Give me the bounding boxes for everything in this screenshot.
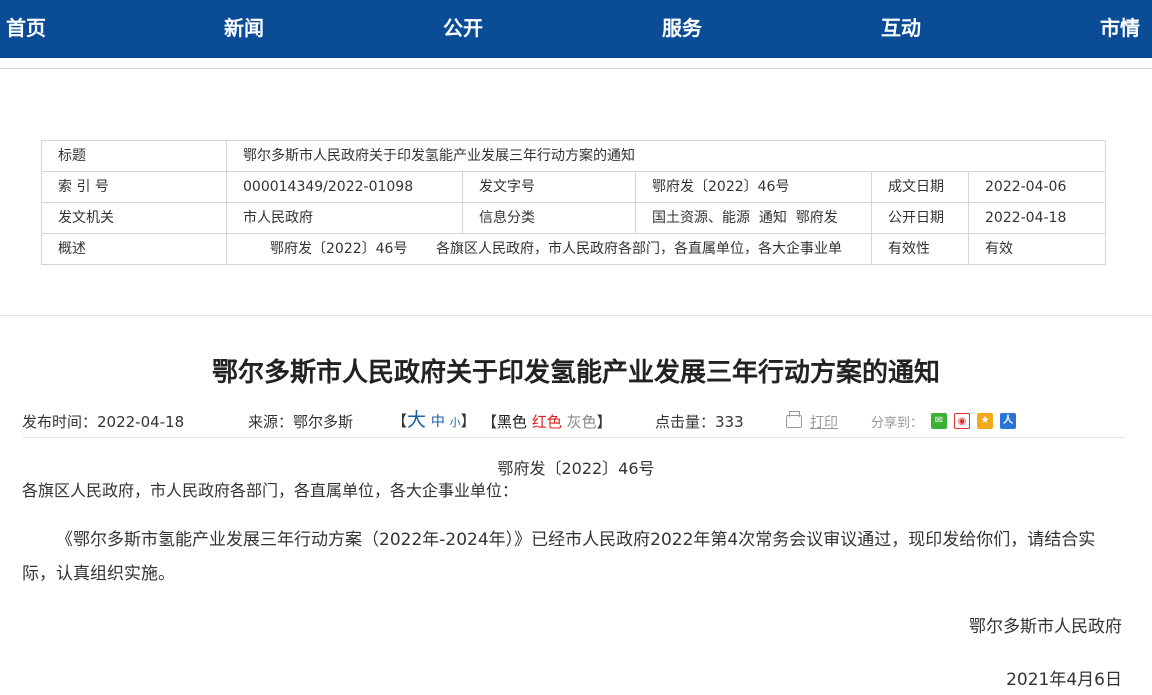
docno-label: 发文字号: [479, 179, 535, 195]
signature-issuer: 鄂尔多斯市人民政府: [969, 617, 1122, 637]
table-row: 索 引 号 000014349/2022-01098 发文字号 鄂府发〔2022…: [42, 172, 1105, 203]
issuer-label: 发文机关: [58, 210, 114, 226]
share-label: 分享到：: [871, 416, 924, 431]
bracket-close: 】: [596, 413, 612, 431]
bracket-open: 【: [392, 412, 408, 430]
issuer-value: 市人民政府: [243, 210, 313, 226]
renren-share-icon[interactable]: 人: [1000, 413, 1016, 429]
validity-value: 有效: [985, 241, 1013, 257]
qzone-share-icon[interactable]: ★: [977, 413, 993, 429]
section-divider: [0, 315, 1152, 316]
publish-date-label: 公开日期: [888, 210, 944, 226]
nav-home[interactable]: 首页: [6, 14, 46, 42]
index-label: 索 引 号: [58, 179, 109, 195]
index-value: 000014349/2022-01098: [243, 179, 414, 195]
doc-number: 鄂府发〔2022〕46号: [497, 459, 655, 478]
hit-count: 点击量：333: [655, 413, 744, 431]
color-switcher: 【黑色 红色 灰色】: [482, 412, 612, 432]
bracket-close: 】: [460, 412, 476, 430]
weibo-share-icon[interactable]: ◉: [954, 413, 970, 429]
title-value: 鄂尔多斯市人民政府关于印发氢能产业发展三年行动方案的通知: [243, 148, 635, 164]
color-gray-button[interactable]: 灰色: [567, 413, 597, 431]
nav-divider: [0, 68, 1152, 69]
article-source: 来源：鄂尔多斯: [248, 413, 354, 431]
publish-date-value: 2022-04-18: [985, 210, 1067, 226]
title-label: 标题: [58, 148, 86, 164]
document-info-table: 标题 鄂尔多斯市人民政府关于印发氢能产业发展三年行动方案的通知 索 引 号 00…: [41, 140, 1106, 265]
nav-public[interactable]: 公开: [443, 14, 483, 42]
table-row: 概述 鄂府发〔2022〕46号 各旗区人民政府，市人民政府各部门，各直属单位，各…: [42, 234, 1105, 265]
table-row: 发文机关 市人民政府 信息分类 国土资源、能源 通知 鄂府发 公开日期 2022…: [42, 203, 1105, 234]
nav-interaction[interactable]: 互动: [881, 14, 921, 42]
print-link[interactable]: 打印: [810, 415, 838, 431]
category-value: 国土资源、能源 通知 鄂府发: [652, 210, 838, 226]
nav-service[interactable]: 服务: [662, 14, 702, 42]
color-black-button[interactable]: 黑色: [497, 413, 527, 431]
nav-news[interactable]: 新闻: [224, 14, 264, 42]
font-size-large-button[interactable]: 大: [407, 409, 426, 431]
docno-value: 鄂府发〔2022〕46号: [652, 179, 790, 195]
content-paragraph: 《鄂尔多斯市氢能产业发展三年行动方案（2022年-2024年）》已经市人民政府2…: [22, 530, 1096, 584]
table-row: 标题 鄂尔多斯市人民政府关于印发氢能产业发展三年行动方案的通知: [42, 141, 1105, 172]
validity-label: 有效性: [888, 241, 930, 257]
summary-docno: 鄂府发〔2022〕46号: [270, 241, 408, 257]
top-navigation: 首页 新闻 公开 服务 互动 市情: [0, 0, 1152, 58]
font-size-small-button[interactable]: 小: [450, 416, 461, 429]
bracket-open: 【: [482, 413, 498, 431]
recipients: 各旗区人民政府，市人民政府各部门，各直属单位，各大企事业单位：: [22, 481, 519, 500]
made-date-value: 2022-04-06: [985, 179, 1067, 195]
article-info-bar: 发布时间：2022-04-18 来源：鄂尔多斯 【大 中 小】 【黑色 红色 灰…: [22, 408, 1124, 436]
printer-icon: [786, 411, 802, 428]
article-title: 鄂尔多斯市人民政府关于印发氢能产业发展三年行动方案的通知: [211, 358, 940, 388]
signature-date: 2021年4月6日: [1006, 670, 1122, 690]
wechat-share-icon[interactable]: ✉: [931, 413, 947, 429]
made-date-label: 成文日期: [888, 179, 944, 195]
summary-label: 概述: [58, 241, 86, 257]
category-label: 信息分类: [479, 210, 535, 226]
info-divider: [22, 437, 1124, 438]
nav-city-info[interactable]: 市情: [1100, 14, 1140, 42]
publish-time: 发布时间：2022-04-18: [22, 413, 185, 431]
color-red-button[interactable]: 红色: [532, 413, 562, 431]
summary-value: 各旗区人民政府，市人民政府各部门，各直属单位，各大企事业单: [436, 241, 842, 257]
font-size-switcher: 【大 中 小】: [392, 410, 476, 433]
font-size-medium-button[interactable]: 中: [431, 414, 445, 430]
print-control[interactable]: 打印: [786, 411, 838, 433]
